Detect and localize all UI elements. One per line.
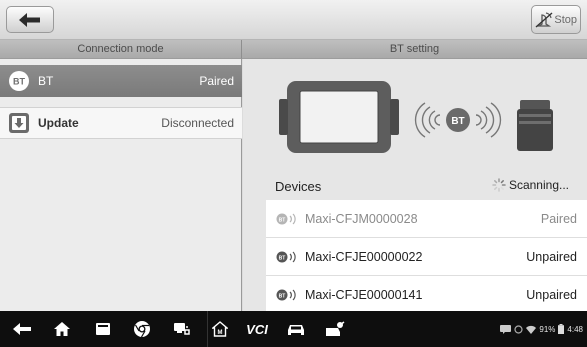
back-button[interactable] — [6, 6, 54, 33]
nav-vci-button[interactable]: VCI — [240, 311, 274, 347]
nav-service-button[interactable] — [320, 311, 350, 347]
scanning-label: Scanning... — [508, 178, 569, 192]
svg-text:BT: BT — [279, 217, 286, 223]
svg-text:M: M — [217, 330, 222, 336]
connection-mode-panel: BT BT Paired Update Disconnected — [0, 59, 242, 311]
scanning-spinner-icon — [492, 178, 506, 192]
bluetooth-pairing-illustration: BT — [279, 81, 553, 153]
stop-button[interactable]: Stop — [531, 5, 581, 34]
nav-maxisys-home-button[interactable]: M — [207, 311, 231, 347]
device-name: Maxi-CFJE00000022 — [305, 249, 423, 264]
device-row[interactable]: BT Maxi-CFJM0000028 Paired — [266, 200, 587, 238]
device-name: Maxi-CFJM0000028 — [305, 211, 418, 226]
battery-icon — [558, 324, 565, 334]
bluetooth-device-icon: BT — [276, 287, 298, 303]
chrome-icon — [134, 321, 150, 338]
scanning-indicator: Scanning... — [492, 178, 569, 192]
update-download-icon — [8, 112, 30, 134]
nav-recent-apps-button[interactable] — [90, 311, 116, 347]
bluetooth-badge-icon: BT — [446, 108, 470, 132]
device-list: BT Maxi-CFJM0000028 Paired BT Maxi-CFJE0… — [266, 200, 587, 311]
stop-label: Stop — [554, 13, 577, 26]
connection-mode-status: Disconnected — [161, 116, 234, 130]
car-icon — [288, 325, 304, 335]
wifi-icon — [526, 325, 537, 334]
device-status: Unpaired — [526, 249, 577, 264]
back-arrow-icon — [19, 12, 40, 27]
svg-text:BT: BT — [279, 293, 286, 299]
nav-home-button[interactable] — [48, 311, 76, 347]
vci-device-icon — [517, 100, 553, 151]
clock-time: 4:48 — [567, 324, 583, 334]
device-status: Paired — [540, 211, 577, 226]
nav-vehicle-button[interactable] — [282, 311, 310, 347]
bt-setting-panel: BT Devices Scanning... BT Maxi-CFJM00000… — [243, 59, 587, 311]
system-navbar: M VCI 91% 4:48 — [0, 311, 587, 347]
remote-desk-icon — [174, 323, 190, 335]
top-toolbar: Stop — [0, 0, 587, 40]
back-icon — [13, 323, 31, 335]
car-service-icon — [326, 321, 345, 336]
stop-scan-icon — [535, 11, 553, 28]
device-status: Unpaired — [526, 287, 577, 302]
connection-mode-label: BT — [38, 74, 54, 88]
maxisys-home-icon: M — [211, 321, 228, 337]
svg-text:BT: BT — [451, 116, 464, 127]
nav-browser-button[interactable] — [128, 311, 156, 347]
recent-apps-icon — [96, 323, 110, 335]
connection-mode-bt[interactable]: BT BT Paired — [0, 65, 242, 97]
devices-label: Devices — [275, 179, 322, 194]
home-icon — [54, 322, 70, 336]
connection-mode-update[interactable]: Update Disconnected — [0, 107, 242, 139]
device-row[interactable]: BT Maxi-CFJE00000022 Unpaired — [266, 238, 587, 276]
bt-badge-icon: BT — [8, 70, 30, 92]
nav-remote-button[interactable] — [168, 311, 196, 347]
bluetooth-device-icon: BT — [276, 211, 298, 227]
bt-setting-header: BT setting — [242, 40, 587, 59]
connection-mode-header: Connection mode — [0, 40, 242, 59]
sync-icon — [514, 324, 524, 334]
message-icon — [500, 324, 512, 334]
tablet-icon — [279, 81, 399, 153]
connection-mode-status: Paired — [199, 74, 234, 88]
connection-mode-label: Update — [38, 116, 79, 130]
svg-text:BT: BT — [13, 77, 25, 87]
device-name: Maxi-CFJE00000141 — [305, 287, 423, 302]
device-row[interactable]: BT Maxi-CFJE00000141 Unpaired — [266, 276, 587, 311]
status-area: 91% 4:48 — [500, 311, 583, 347]
svg-text:BT: BT — [279, 255, 286, 261]
nav-back-button[interactable] — [8, 311, 36, 347]
bluetooth-device-icon: BT — [276, 249, 298, 265]
battery-percent: 91% — [539, 324, 556, 334]
